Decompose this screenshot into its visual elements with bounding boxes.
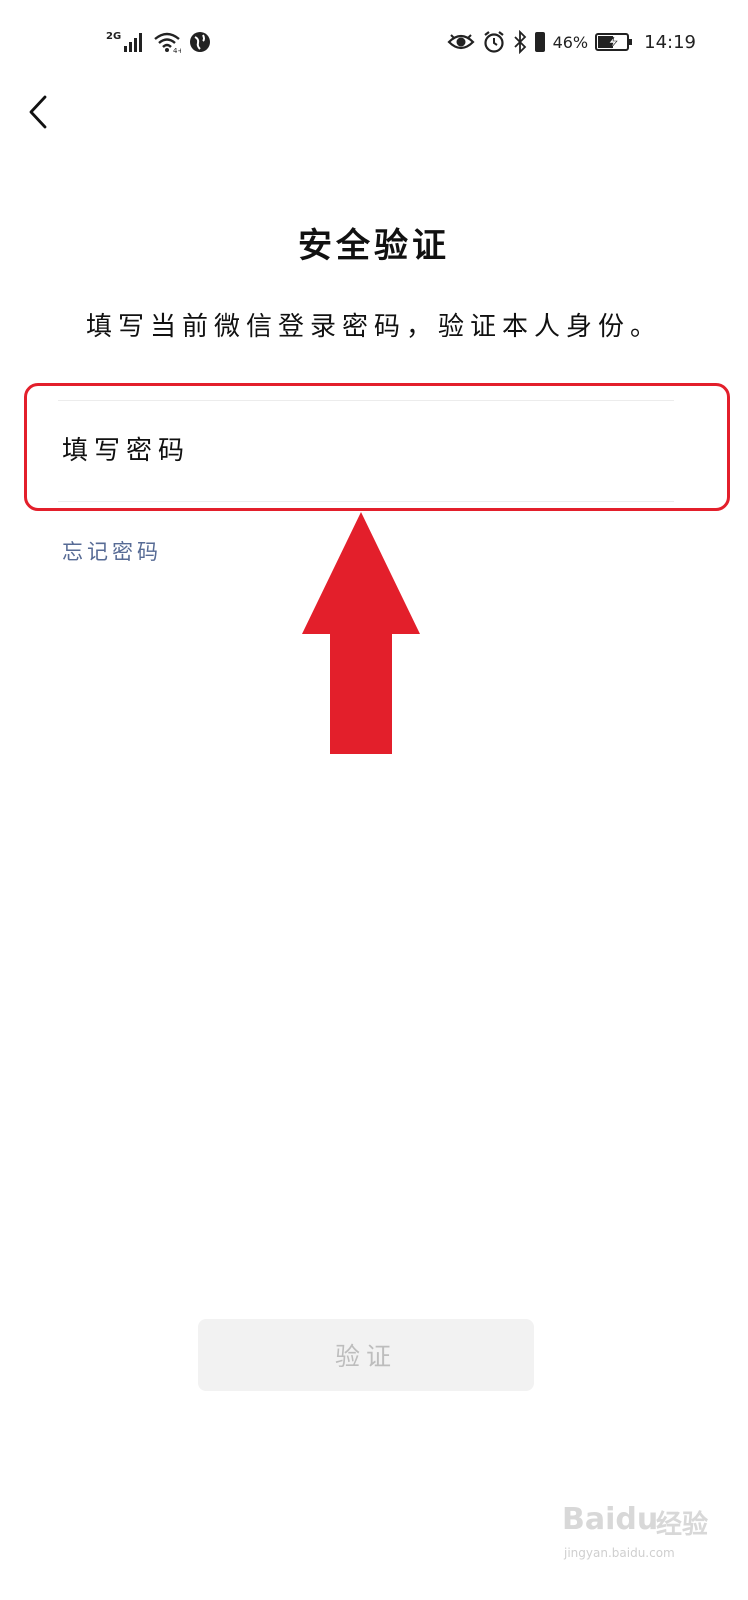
signal-icon xyxy=(124,33,143,52)
watermark-brand: Baidu xyxy=(562,1502,659,1537)
battery-percent: 46% xyxy=(552,32,589,52)
status-left: 2G 4+ xyxy=(106,28,211,56)
bluetooth-icon xyxy=(513,30,526,54)
network-type-label: 2G xyxy=(106,30,122,42)
password-field[interactable] xyxy=(58,400,674,502)
status-bar: 2G 4+ 46% 14:19 xyxy=(0,0,748,80)
page-title: 安全验证 xyxy=(298,226,450,266)
watermark-url: jingyan.baidu.com xyxy=(564,1546,675,1560)
chevron-left-icon xyxy=(29,95,47,129)
forgot-password-link[interactable]: 忘记密码 xyxy=(62,536,162,566)
arrow-up-icon xyxy=(302,512,420,754)
status-right: 46% 14:19 xyxy=(447,28,696,56)
svg-text:4+: 4+ xyxy=(173,47,181,53)
wifi-icon: 4+ xyxy=(154,32,181,53)
alarm-icon xyxy=(483,31,504,53)
watermark-logo: Baidu 经验 jingyan.baidu.com xyxy=(560,1488,740,1568)
vibrate-icon xyxy=(534,32,545,52)
vpn-globe-icon xyxy=(190,32,211,52)
watermark-product: 经验 xyxy=(656,1510,709,1540)
verify-button[interactable]: 验证 xyxy=(198,1319,534,1391)
page-subtitle: 填写当前微信登录密码，验证本人身份。 xyxy=(85,312,662,342)
password-input[interactable] xyxy=(62,401,662,501)
back-button[interactable] xyxy=(18,92,58,132)
eye-comfort-icon xyxy=(447,34,475,50)
clock: 14:19 xyxy=(644,31,696,53)
battery-icon xyxy=(595,33,633,51)
